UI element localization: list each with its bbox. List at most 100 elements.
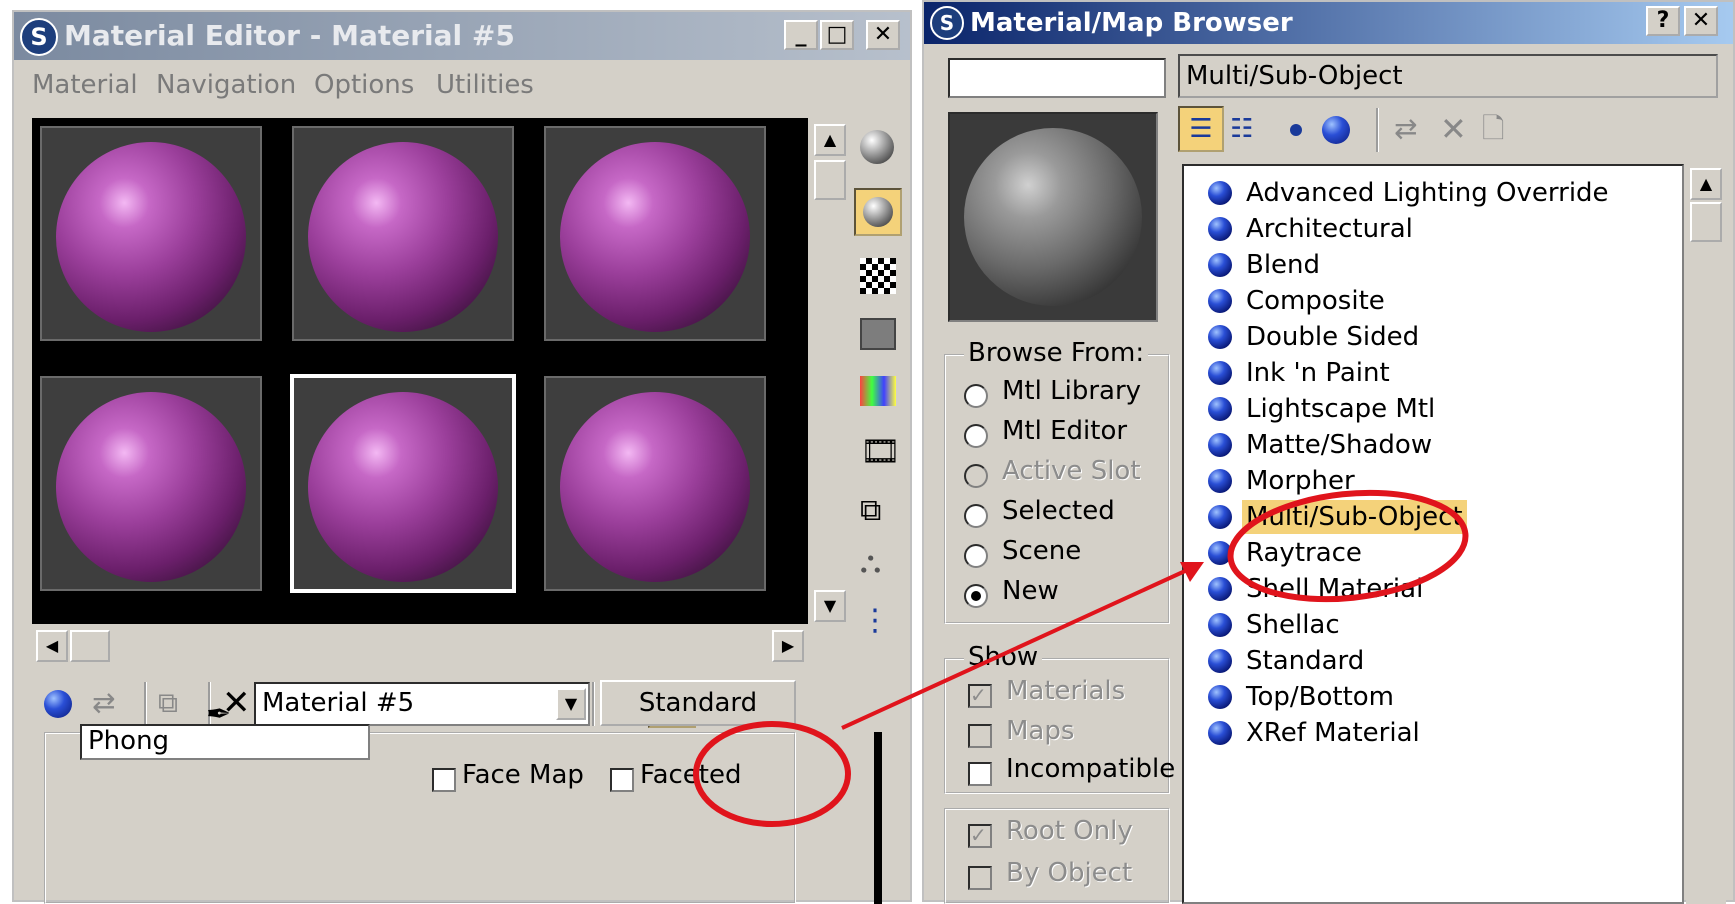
maximize-button[interactable]: □ bbox=[820, 20, 854, 50]
backlight-icon[interactable] bbox=[854, 188, 902, 236]
material-editor-menubar: Material Navigation Options Utilities bbox=[14, 70, 894, 106]
select-by-material-icon[interactable]: ⛬ bbox=[860, 542, 902, 584]
browse-from-group: Browse From: Mtl Library Mtl Editor Acti… bbox=[944, 338, 1170, 624]
material-sphere bbox=[308, 392, 498, 582]
browser-search-input[interactable] bbox=[948, 58, 1166, 98]
material-sphere bbox=[308, 142, 498, 332]
view-small-icons-icon[interactable] bbox=[1274, 108, 1316, 150]
material-ball-icon bbox=[1208, 433, 1232, 457]
side-toolbar: 🎞 ⧉ ⛬ ⋮ bbox=[854, 118, 912, 678]
radio-new[interactable] bbox=[964, 584, 988, 608]
toolbar-separator bbox=[1376, 108, 1379, 152]
radio-selected-label: Selected bbox=[1002, 496, 1115, 526]
browser-toolbar: ☰ ☷ ⇄ ✕ 🗋 bbox=[1178, 104, 1718, 156]
shader-rollout: Phong Face Map Faceted bbox=[44, 724, 796, 904]
material-sphere bbox=[56, 142, 246, 332]
materials-label: Materials bbox=[1006, 676, 1126, 706]
browser-titlebar[interactable]: S Material/Map Browser ? ✕ bbox=[924, 2, 1733, 44]
view-list-icons-icon[interactable]: ☷ bbox=[1230, 108, 1272, 150]
show-group: Show ✓ Materials Maps Incompatible bbox=[944, 642, 1175, 794]
material-ball-icon bbox=[1208, 577, 1232, 601]
get-material-icon[interactable] bbox=[36, 682, 78, 724]
background-checker-icon[interactable] bbox=[860, 258, 896, 294]
material-ball-icon bbox=[1208, 289, 1232, 313]
radio-new-label: New bbox=[1002, 576, 1059, 606]
view-large-icons-icon[interactable] bbox=[1314, 108, 1356, 150]
scroll-hthumb[interactable] bbox=[70, 630, 110, 662]
material-ball-icon bbox=[1208, 181, 1232, 205]
sample-uv-tiling-icon[interactable] bbox=[860, 318, 896, 350]
material-ball-icon bbox=[1208, 217, 1232, 241]
material-ball-icon bbox=[1208, 397, 1232, 421]
material-name-dropdown[interactable]: Material #5 ▼ bbox=[254, 682, 590, 726]
make-preview-icon[interactable]: 🎞 bbox=[860, 430, 902, 472]
sample-slot-5-active[interactable] bbox=[290, 374, 516, 593]
chevron-down-icon[interactable]: ▼ bbox=[556, 688, 586, 720]
material-ball-icon bbox=[1208, 361, 1232, 385]
maps-label: Maps bbox=[1006, 716, 1075, 746]
sample-slot-6[interactable] bbox=[544, 376, 766, 591]
radio-mtl-editor[interactable] bbox=[964, 424, 988, 448]
options-icon[interactable]: ⧉ bbox=[860, 490, 902, 532]
slots-vertical-scrollbar[interactable]: ▲ ▼ bbox=[810, 120, 850, 626]
scroll-left-button[interactable]: ◀ bbox=[36, 630, 68, 662]
incompatible-checkbox[interactable] bbox=[968, 762, 992, 786]
radio-scene[interactable] bbox=[964, 544, 988, 568]
slots-horizontal-scrollbar[interactable]: ◀ ▶ bbox=[32, 628, 808, 664]
material-ball-icon bbox=[1208, 649, 1232, 673]
show-title: Show bbox=[964, 642, 1043, 672]
material-type-list: Advanced Lighting Override Architectural… bbox=[1182, 164, 1684, 904]
delete-from-library-icon[interactable]: ✕ bbox=[1440, 108, 1482, 150]
material-ball-icon bbox=[1208, 505, 1232, 529]
maps-checkbox bbox=[968, 724, 992, 748]
put-material-to-scene-icon[interactable]: ⇄ bbox=[92, 682, 134, 724]
scroll-up-button[interactable]: ▲ bbox=[1690, 168, 1722, 200]
face-map-checkbox[interactable] bbox=[432, 768, 456, 792]
by-object-label: By Object bbox=[1006, 858, 1133, 888]
video-color-check-icon[interactable] bbox=[860, 376, 896, 406]
material-sphere bbox=[56, 392, 246, 582]
menu-material[interactable]: Material bbox=[32, 70, 138, 100]
assign-material-icon[interactable]: ⧉ bbox=[158, 682, 200, 724]
clear-material-library-icon[interactable]: 🗋 bbox=[1482, 108, 1524, 150]
sample-slot-4[interactable] bbox=[40, 376, 262, 591]
sample-slot-3[interactable] bbox=[544, 126, 766, 341]
radio-active-slot-label: Active Slot bbox=[1002, 456, 1141, 486]
material-sphere bbox=[560, 392, 750, 582]
close-button[interactable]: ✕ bbox=[866, 20, 900, 50]
minimize-button[interactable]: _ bbox=[784, 20, 818, 50]
faceted-checkbox[interactable] bbox=[610, 768, 634, 792]
radio-mtl-editor-label: Mtl Editor bbox=[1002, 416, 1128, 446]
material-map-browser-window: S Material/Map Browser ? ✕ Multi/Sub-Obj… bbox=[922, 0, 1735, 904]
update-scene-materials-icon[interactable]: ⇄ bbox=[1394, 108, 1436, 150]
rollout-scrollbar[interactable] bbox=[874, 732, 882, 904]
scroll-thumb[interactable] bbox=[1690, 202, 1722, 242]
close-button[interactable]: ✕ bbox=[1684, 6, 1718, 36]
scroll-right-button[interactable]: ▶ bbox=[772, 630, 804, 662]
scroll-up-button[interactable]: ▲ bbox=[814, 124, 846, 156]
material-ball-icon bbox=[1208, 253, 1232, 277]
help-button[interactable]: ? bbox=[1646, 6, 1680, 36]
current-type-value: Multi/Sub-Object bbox=[1186, 61, 1403, 91]
sample-slots-panel bbox=[32, 118, 808, 624]
menu-navigation[interactable]: Navigation bbox=[156, 70, 296, 100]
sample-slot-1[interactable] bbox=[40, 126, 262, 341]
shader-dropdown[interactable]: Phong bbox=[80, 724, 370, 760]
material-editor-titlebar[interactable]: S Material Editor - Material #5 _ □ ✕ bbox=[14, 12, 910, 60]
menu-options[interactable]: Options bbox=[314, 70, 414, 100]
material-map-navigator-icon[interactable]: ⋮ bbox=[860, 600, 902, 642]
list-vertical-scrollbar[interactable]: ▲ bbox=[1686, 164, 1726, 904]
material-type-button[interactable]: Standard bbox=[600, 680, 796, 726]
sample-type-icon[interactable] bbox=[860, 130, 894, 164]
scroll-thumb[interactable] bbox=[814, 160, 846, 200]
material-ball-icon bbox=[1208, 721, 1232, 745]
radio-selected[interactable] bbox=[964, 504, 988, 528]
radio-mtl-library[interactable] bbox=[964, 384, 988, 408]
view-list-icon[interactable]: ☰ bbox=[1178, 106, 1224, 152]
sample-slot-2[interactable] bbox=[292, 126, 514, 341]
faceted-label: Faceted bbox=[640, 760, 742, 790]
scroll-down-button[interactable]: ▼ bbox=[814, 590, 846, 622]
current-type-field: Multi/Sub-Object bbox=[1178, 54, 1718, 98]
menu-utilities[interactable]: Utilities bbox=[436, 70, 534, 100]
material-editor-window: S Material Editor - Material #5 _ □ ✕ Ma… bbox=[12, 10, 912, 904]
